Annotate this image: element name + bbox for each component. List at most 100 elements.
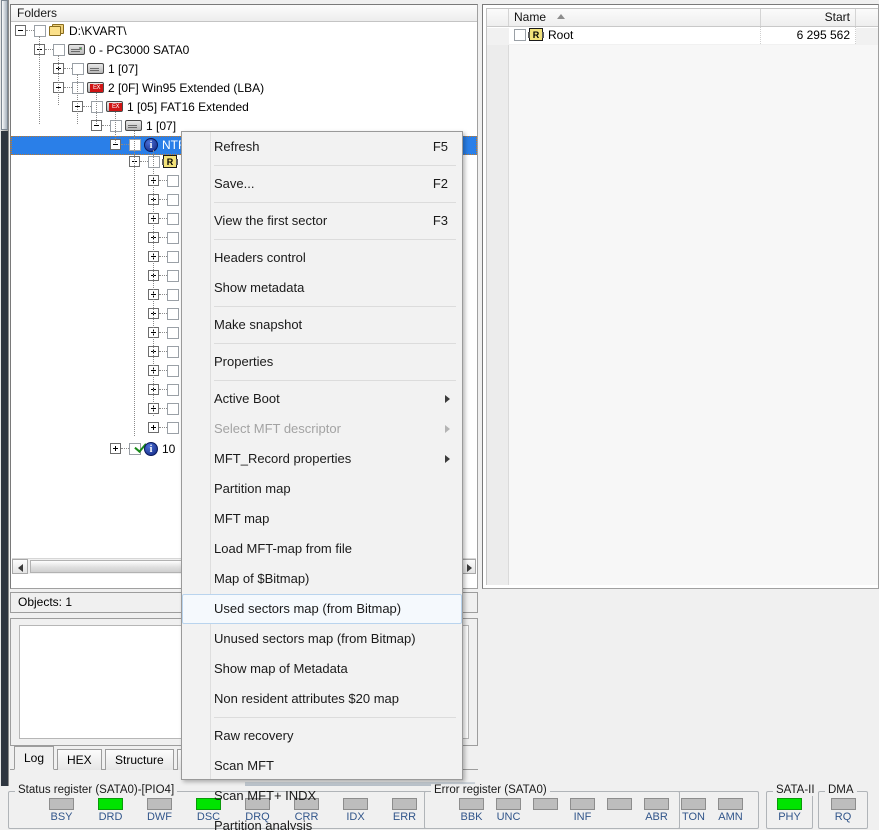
menu-item-unused-sectors-map-from-bitmap[interactable]: Unused sectors map (from Bitmap) bbox=[182, 624, 462, 654]
menu-item-view-the-first-sector[interactable]: View the first sectorF3 bbox=[182, 206, 462, 236]
error-register-leds: BBKUNCINFABRTONAMN bbox=[425, 798, 758, 823]
menu-item-properties[interactable]: Properties bbox=[182, 347, 462, 377]
menu-item-label: Scan MFT bbox=[214, 758, 274, 773]
tree-item-checkbox[interactable] bbox=[129, 139, 141, 151]
menu-item-map-of-bitmap[interactable]: Map of $Bitmap) bbox=[182, 564, 462, 594]
tree-item-checkbox[interactable] bbox=[167, 270, 179, 282]
led-indicator bbox=[459, 798, 484, 810]
application-window: Folders D:\KVART\0 - PC3000 SATA01 [07]E… bbox=[0, 0, 879, 830]
tree-item[interactable]: 0 - PC3000 SATA0 bbox=[11, 41, 477, 60]
menu-item-used-sectors-map-from-bitmap[interactable]: Used sectors map (from Bitmap) bbox=[182, 594, 462, 624]
context-menu[interactable]: RefreshF5 Save...F2 View the first sectorF… bbox=[181, 131, 463, 780]
menu-item-make-snapshot[interactable]: Make snapshot bbox=[182, 310, 462, 340]
led-label: UNC bbox=[490, 811, 527, 823]
column-header-name[interactable]: Name bbox=[509, 9, 761, 26]
tree-connector-line bbox=[121, 448, 129, 449]
file-list-empty-area bbox=[487, 45, 878, 585]
scroll-left-arrow-icon[interactable] bbox=[12, 559, 28, 574]
menu-item-partition-analysis[interactable]: Partition analysis bbox=[182, 811, 462, 830]
tree-connector-line bbox=[159, 370, 167, 371]
window-scrollbar-track[interactable] bbox=[1, 131, 8, 786]
tree-item[interactable]: EX2 [0F] Win95 Extended (LBA) bbox=[11, 79, 477, 98]
tree-connector-line bbox=[159, 256, 167, 257]
menu-item-save[interactable]: Save...F2 bbox=[182, 169, 462, 199]
tree-connector-line bbox=[159, 199, 167, 200]
tab-structure[interactable]: Structure bbox=[105, 749, 174, 770]
folders-panel-header: Folders bbox=[11, 5, 477, 22]
menu-item-mft-record-properties[interactable]: MFT_Record properties bbox=[182, 444, 462, 474]
menu-item-load-mft-map-from-file[interactable]: Load MFT-map from file bbox=[182, 534, 462, 564]
tree-item-checkbox[interactable] bbox=[167, 403, 179, 415]
tree-expander-plus-icon[interactable] bbox=[110, 443, 121, 454]
menu-item-show-map-of-metadata[interactable]: Show map of Metadata bbox=[182, 654, 462, 684]
tree-item-checkbox[interactable] bbox=[167, 175, 179, 187]
tree-item-checkbox[interactable] bbox=[167, 308, 179, 320]
menu-item-headers-control[interactable]: Headers control bbox=[182, 243, 462, 273]
tree-item-checkbox[interactable] bbox=[110, 120, 122, 132]
tab-hex[interactable]: HEX bbox=[57, 749, 102, 770]
menu-item-scan-mft-indx[interactable]: Scan MFT+ INDX bbox=[182, 781, 462, 811]
tree-item-checkbox[interactable] bbox=[72, 63, 84, 75]
tree-item-checkbox[interactable] bbox=[167, 289, 179, 301]
led-label: INF bbox=[564, 811, 601, 823]
menu-item-mft-map[interactable]: MFT map bbox=[182, 504, 462, 534]
tree-item-checkbox[interactable] bbox=[167, 327, 179, 339]
menu-separator bbox=[214, 343, 456, 344]
tree-item-checkbox[interactable] bbox=[148, 156, 160, 168]
menu-item-refresh[interactable]: RefreshF5 bbox=[182, 132, 462, 162]
led-indicator bbox=[681, 798, 706, 810]
menu-item-label: Non resident attributes $20 map bbox=[214, 691, 399, 706]
tree-item[interactable]: EX1 [05] FAT16 Extended bbox=[11, 98, 477, 117]
menu-item-raw-recovery[interactable]: Raw recovery bbox=[182, 721, 462, 751]
led-indicator bbox=[607, 798, 632, 810]
tree-item-checkbox[interactable] bbox=[91, 101, 103, 113]
row-checkbox[interactable] bbox=[514, 29, 526, 41]
tree-item-checkbox[interactable] bbox=[167, 346, 179, 358]
menu-item-label: Used sectors map (from Bitmap) bbox=[214, 601, 401, 616]
menu-separator bbox=[214, 717, 456, 718]
tree-item-checkbox[interactable] bbox=[34, 25, 46, 37]
tree-item-label: 1 [05] FAT16 Extended bbox=[127, 100, 249, 114]
window-vertical-scrollbar[interactable] bbox=[0, 0, 9, 786]
column-header-start[interactable]: Start bbox=[761, 9, 856, 26]
tree-item-checkbox[interactable] bbox=[167, 422, 179, 434]
menu-separator bbox=[214, 306, 456, 307]
tree-item-checkbox[interactable] bbox=[167, 194, 179, 206]
tree-item-checkbox[interactable] bbox=[72, 82, 84, 94]
menu-item-scan-mft[interactable]: Scan MFT bbox=[182, 751, 462, 781]
tree-item[interactable]: D:\KVART\ bbox=[11, 22, 477, 41]
window-scrollbar-thumb[interactable] bbox=[1, 0, 8, 130]
disk-drive-icon bbox=[68, 44, 85, 55]
led-unc: UNC bbox=[490, 798, 527, 823]
tree-guide-line bbox=[134, 131, 135, 436]
table-row[interactable]: RRoot6 295 562 bbox=[487, 27, 878, 44]
tree-item-checkbox[interactable] bbox=[167, 213, 179, 225]
cell-start: 6 295 562 bbox=[761, 27, 856, 44]
tree-item-checkbox[interactable] bbox=[167, 365, 179, 377]
tab-log[interactable]: Log bbox=[14, 746, 54, 770]
menu-item-non-resident-attributes-20-map[interactable]: Non resident attributes $20 map bbox=[182, 684, 462, 714]
folders-icon bbox=[49, 24, 65, 37]
tree-item-checkbox[interactable] bbox=[129, 443, 141, 455]
tree-guide-line bbox=[115, 112, 116, 143]
menu-item-show-metadata[interactable]: Show metadata bbox=[182, 273, 462, 303]
tree-connector-line bbox=[159, 408, 167, 409]
menu-separator bbox=[214, 380, 456, 381]
menu-separator bbox=[214, 165, 456, 166]
tree-item[interactable]: 1 [07] bbox=[11, 60, 477, 79]
row-gutter bbox=[487, 27, 509, 44]
tree-item-checkbox[interactable] bbox=[167, 251, 179, 263]
menu-item-label: Scan MFT+ INDX bbox=[214, 788, 316, 803]
submenu-arrow-icon bbox=[445, 425, 450, 433]
tree-expander-plus-icon[interactable] bbox=[148, 422, 159, 433]
file-list-panel: Name Start RRoot6 295 562 bbox=[482, 4, 879, 589]
tree-item-checkbox[interactable] bbox=[167, 384, 179, 396]
tree-item-checkbox[interactable] bbox=[53, 44, 65, 56]
tree-guide-line bbox=[153, 150, 154, 416]
tree-connector-line bbox=[45, 49, 53, 50]
tree-expander-minus-icon[interactable] bbox=[15, 25, 26, 36]
menu-item-partition-map[interactable]: Partition map bbox=[182, 474, 462, 504]
tree-guide-line bbox=[39, 36, 40, 124]
tree-item-checkbox[interactable] bbox=[167, 232, 179, 244]
menu-item-active-boot[interactable]: Active Boot bbox=[182, 384, 462, 414]
